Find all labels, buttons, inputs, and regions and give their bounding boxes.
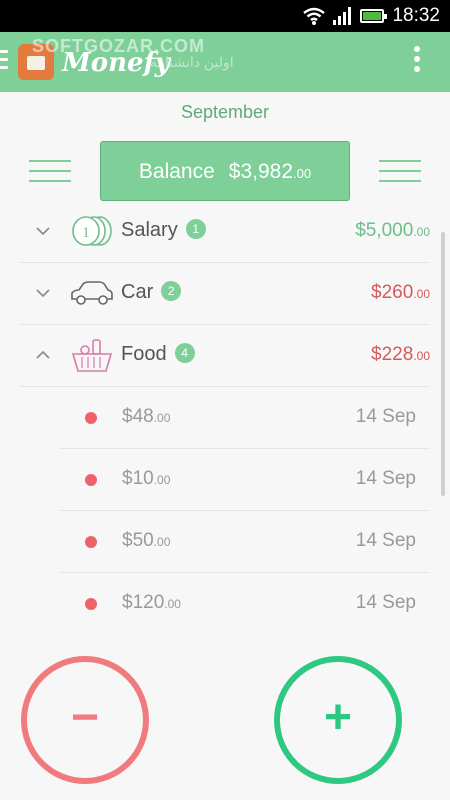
chevron-up-icon <box>36 350 50 359</box>
overflow-menu-icon[interactable] <box>414 46 422 76</box>
transaction-row[interactable]: $50.00 14 Sep <box>60 511 430 573</box>
transaction-amount: $48.00 <box>122 406 170 428</box>
category-list: 1 Salary 1 $5,000.00 Car 2 $260.00 Food 4 $… <box>20 201 430 635</box>
amount-cents: .00 <box>153 473 171 487</box>
transaction-date: 14 Sep <box>355 592 416 613</box>
amount-main: $120 <box>122 592 165 613</box>
amount-main: $228 <box>371 344 414 365</box>
count-badge: 1 <box>185 219 206 239</box>
amount-main: $10 <box>122 468 154 489</box>
transaction-date: 14 Sep <box>355 468 416 489</box>
category-row-salary[interactable]: 1 Salary 1 $5,000.00 <box>20 201 430 263</box>
amount-cents: .00 <box>413 287 430 301</box>
transaction-amount: $10.00 <box>122 468 170 490</box>
svg-text:1: 1 <box>82 225 90 241</box>
category-amount: $228.00 <box>371 344 430 366</box>
amount-cents: .00 <box>413 349 430 363</box>
transaction-row[interactable]: $120.00 14 Sep <box>60 573 430 635</box>
balance-button[interactable]: Balance $3,982.00 <box>100 141 350 201</box>
add-income-button[interactable]: + <box>274 656 402 784</box>
amount-main: $48 <box>122 406 154 427</box>
status-bar: 18:32 <box>0 0 450 32</box>
add-expense-button[interactable]: − <box>21 656 149 784</box>
category-amount: $260.00 <box>371 282 430 304</box>
transaction-row[interactable]: $48.00 14 Sep <box>60 387 430 449</box>
plus-icon: + <box>323 691 353 744</box>
month-label[interactable]: September <box>0 102 450 123</box>
balance-cents: .00 <box>293 166 312 181</box>
amount-cents: .00 <box>153 535 171 549</box>
balance-label: Balance <box>138 160 215 183</box>
battery-icon <box>360 9 387 23</box>
expense-dot-icon <box>85 536 97 548</box>
basket-icon <box>71 339 113 372</box>
status-time: 18:32 <box>392 5 440 26</box>
category-name: Car <box>121 281 154 303</box>
amount-cents: .00 <box>164 597 181 611</box>
transaction-date: 14 Sep <box>355 530 416 551</box>
expense-dot-icon <box>85 412 97 424</box>
expense-dot-icon <box>85 474 97 486</box>
category-name: Food <box>121 343 167 365</box>
category-row-food[interactable]: Food 4 $228.00 <box>20 325 430 387</box>
amount-main: $50 <box>122 530 154 551</box>
left-menu-button[interactable] <box>29 160 71 182</box>
amount-main: $5,000 <box>355 220 414 241</box>
amount-cents: .00 <box>153 411 171 425</box>
signal-icon <box>333 7 351 25</box>
list-scrollbar[interactable] <box>441 232 445 496</box>
transaction-row[interactable]: $10.00 14 Sep <box>60 449 430 511</box>
transaction-date: 14 Sep <box>355 406 416 427</box>
chevron-down-icon <box>36 289 50 298</box>
count-badge: 4 <box>174 343 195 363</box>
amount-main: $260 <box>371 282 414 303</box>
category-name: Salary <box>121 219 178 241</box>
car-icon <box>71 281 113 305</box>
balance-amount: $3,982 <box>228 160 294 183</box>
amount-cents: .00 <box>413 225 430 239</box>
coins-icon: 1 <box>72 216 112 246</box>
category-amount: $5,000.00 <box>355 220 430 242</box>
transaction-amount: $50.00 <box>122 530 170 552</box>
minus-icon: − <box>70 691 100 744</box>
expense-dot-icon <box>85 598 97 610</box>
right-menu-button[interactable] <box>379 160 421 182</box>
count-badge: 2 <box>161 281 182 301</box>
chevron-down-icon <box>36 227 50 236</box>
drawer-menu-icon[interactable] <box>0 50 8 72</box>
category-row-car[interactable]: Car 2 $260.00 <box>20 263 430 325</box>
app-bar: SOFTGOZAR.COM اولین دانشنامه Monefy <box>0 32 450 92</box>
wifi-icon <box>303 7 325 25</box>
transaction-amount: $120.00 <box>122 592 181 614</box>
app-title: Monefy <box>62 48 170 78</box>
